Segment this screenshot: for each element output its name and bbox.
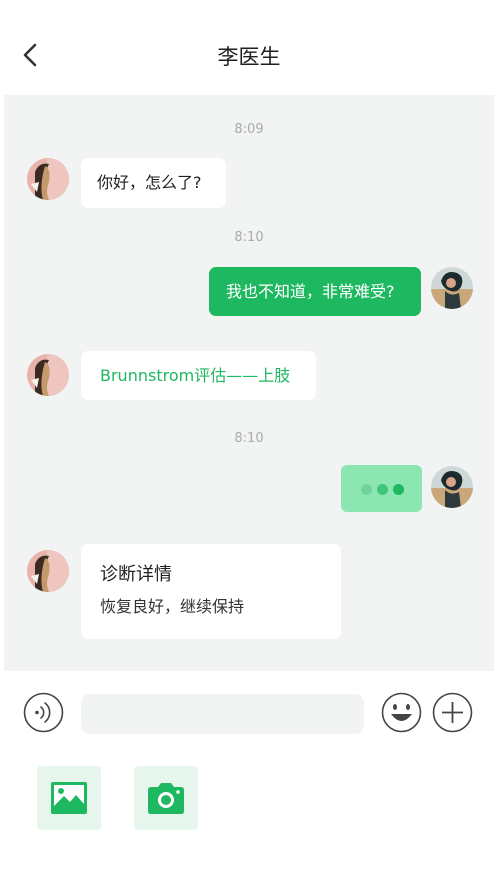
doctor-avatar[interactable] bbox=[27, 158, 69, 200]
diagnosis-card[interactable]: 诊断详情 恢复良好，继续保持 bbox=[81, 544, 341, 639]
typing-dot bbox=[393, 484, 404, 495]
message-timestamp: 8:10 bbox=[234, 431, 264, 446]
typing-dot bbox=[377, 484, 388, 495]
message-input[interactable] bbox=[81, 694, 364, 734]
typing-indicator-bubble bbox=[341, 465, 422, 512]
message-timestamp: 8:09 bbox=[234, 122, 264, 137]
doctor-avatar[interactable] bbox=[27, 354, 69, 396]
my-message-bubble: 我也不知道，非常难受? bbox=[209, 267, 421, 316]
message-text: 你好，怎么了? bbox=[97, 173, 202, 192]
image-icon bbox=[51, 782, 87, 814]
plus-icon[interactable] bbox=[432, 692, 473, 733]
camera-button[interactable] bbox=[134, 766, 198, 830]
my-avatar[interactable] bbox=[431, 267, 473, 309]
assessment-link-bubble[interactable]: Brunnstrom评估——上肢 bbox=[81, 351, 316, 400]
camera-icon bbox=[148, 783, 184, 814]
page-title: 李医生 bbox=[217, 45, 281, 69]
smiley-icon[interactable] bbox=[381, 692, 422, 733]
doctor-message-bubble: 你好，怎么了? bbox=[81, 158, 226, 208]
tools-panel bbox=[0, 753, 497, 883]
message-text: 我也不知道，非常难受? bbox=[226, 282, 395, 301]
header: 李医生 bbox=[4, 0, 494, 95]
voice-icon[interactable] bbox=[23, 692, 64, 733]
doctor-avatar[interactable] bbox=[27, 550, 69, 592]
message-timestamp: 8:10 bbox=[234, 230, 264, 245]
input-bar bbox=[4, 671, 494, 753]
diagnosis-card-title: 诊断详情 bbox=[100, 564, 172, 585]
image-picker-button[interactable] bbox=[37, 766, 101, 830]
my-avatar[interactable] bbox=[431, 466, 473, 508]
chat-area[interactable]: 8:09 你好，怎么了? 8:10 我也不知道，非常难受? Brunnstrom… bbox=[4, 95, 494, 671]
assessment-link[interactable]: Brunnstrom评估——上肢 bbox=[100, 368, 290, 384]
diagnosis-card-text: 恢复良好，继续保持 bbox=[100, 597, 245, 616]
typing-dot bbox=[361, 484, 372, 495]
